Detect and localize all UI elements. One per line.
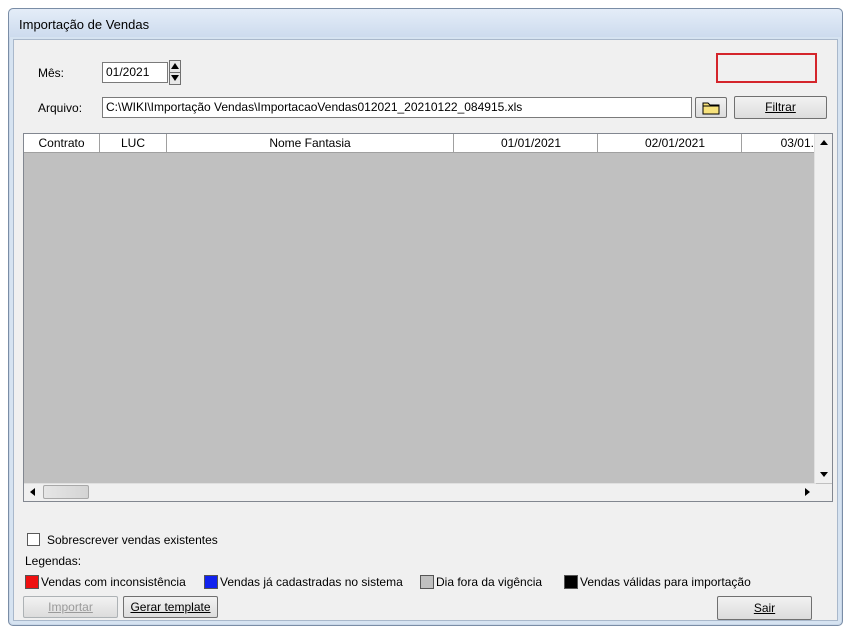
filter-button[interactable]: Filtrar bbox=[734, 96, 827, 119]
scroll-up-button[interactable] bbox=[815, 134, 832, 151]
column-header-nome-fantasia[interactable]: Nome Fantasia bbox=[167, 134, 454, 152]
overwrite-label[interactable]: Sobrescrever vendas existentes bbox=[47, 533, 218, 547]
folder-icon bbox=[702, 102, 720, 115]
column-header-day-01[interactable]: 01/01/2021 bbox=[454, 134, 598, 152]
arrow-up-icon bbox=[171, 63, 179, 69]
legend-label-already-registered: Vendas já cadastradas no sistema bbox=[220, 575, 403, 589]
import-sales-window: Importação de Vendas Mês: 01/2021 Arquiv… bbox=[8, 8, 843, 626]
legend-swatch-out-of-range bbox=[420, 575, 434, 589]
legend-label-valid: Vendas válidas para importação bbox=[580, 575, 751, 589]
legend-title: Legendas: bbox=[25, 554, 82, 568]
filter-button-label: Filtrar bbox=[765, 100, 796, 114]
grid-horizontal-scrollbar[interactable] bbox=[24, 483, 816, 501]
title-bar: Importação de Vendas bbox=[9, 9, 842, 37]
scroll-down-button[interactable] bbox=[815, 466, 832, 483]
column-header-luc[interactable]: LUC bbox=[100, 134, 167, 152]
browse-folder-button[interactable] bbox=[695, 97, 727, 118]
legend-swatch-already-registered bbox=[204, 575, 218, 589]
horizontal-scroll-thumb[interactable] bbox=[43, 485, 89, 499]
filter-button-highlight bbox=[716, 53, 817, 83]
arrow-right-icon bbox=[805, 488, 810, 496]
file-label: Arquivo: bbox=[38, 101, 83, 115]
column-header-contrato[interactable]: Contrato bbox=[24, 134, 100, 152]
import-button[interactable]: Importar bbox=[23, 596, 118, 618]
window-title: Importação de Vendas bbox=[19, 17, 150, 32]
exit-button[interactable]: Sair bbox=[717, 596, 812, 620]
column-header-day-02[interactable]: 02/01/2021 bbox=[598, 134, 742, 152]
generate-template-button-label: Gerar template bbox=[130, 600, 211, 614]
scroll-right-button[interactable] bbox=[799, 484, 816, 501]
generate-template-button[interactable]: Gerar template bbox=[123, 596, 218, 618]
sales-grid[interactable]: Contrato LUC Nome Fantasia 01/01/2021 02… bbox=[23, 133, 833, 502]
legend-label-out-of-range: Dia fora da vigência bbox=[436, 575, 543, 589]
arrow-down-icon bbox=[819, 472, 828, 477]
spin-down-button[interactable] bbox=[170, 73, 180, 84]
month-spin-icon[interactable] bbox=[169, 60, 181, 85]
import-button-label: Importar bbox=[48, 600, 93, 614]
legend-label-inconsistency: Vendas com inconsistência bbox=[41, 575, 186, 589]
arrow-down-icon bbox=[171, 75, 179, 81]
scrollbar-corner bbox=[815, 484, 832, 501]
overwrite-checkbox[interactable] bbox=[27, 533, 40, 546]
legend-swatch-valid bbox=[564, 575, 578, 589]
arrow-left-icon bbox=[30, 488, 35, 496]
exit-button-label: Sair bbox=[753, 601, 776, 615]
spin-up-button[interactable] bbox=[170, 61, 180, 73]
grid-vertical-scrollbar[interactable] bbox=[814, 134, 832, 483]
arrow-up-icon bbox=[819, 140, 828, 145]
month-input[interactable]: 01/2021 bbox=[102, 62, 168, 83]
window-client-area: Mês: 01/2021 Arquivo: C:\WIKI\Importação… bbox=[13, 39, 838, 621]
grid-header: Contrato LUC Nome Fantasia 01/01/2021 02… bbox=[24, 134, 816, 153]
column-header-day-03[interactable]: 03/01. bbox=[742, 134, 816, 152]
file-path-input[interactable]: C:\WIKI\Importação Vendas\ImportacaoVend… bbox=[102, 97, 692, 118]
scroll-left-button[interactable] bbox=[24, 484, 41, 501]
legend-swatch-inconsistency bbox=[25, 575, 39, 589]
month-label: Mês: bbox=[38, 66, 65, 80]
